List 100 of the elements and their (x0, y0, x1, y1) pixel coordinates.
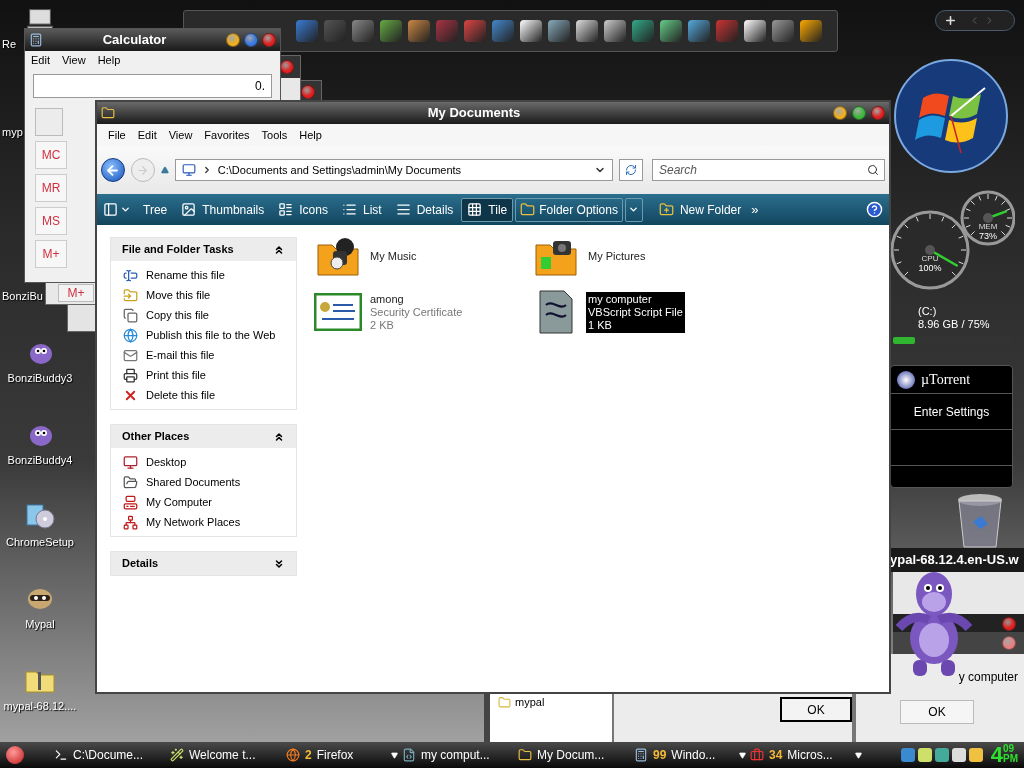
close-button[interactable] (871, 106, 885, 120)
app-icon[interactable] (688, 20, 710, 42)
app-icon[interactable] (548, 20, 570, 42)
more-button[interactable]: » (747, 199, 763, 220)
maximize-button[interactable] (852, 106, 866, 120)
menu-item[interactable]: Favorites (199, 126, 255, 144)
memory-button[interactable]: M+ (35, 240, 67, 268)
desktop-icon-label[interactable]: myp (2, 124, 23, 141)
expand-icon[interactable] (273, 557, 285, 570)
dropdown-button[interactable] (624, 197, 643, 222)
search-field[interactable]: Search (651, 159, 885, 181)
help-icon[interactable] (866, 201, 883, 218)
file-size: 1 KB (588, 318, 613, 332)
view-button[interactable]: Details (389, 197, 460, 222)
taskbar-label: Windo... (671, 747, 716, 764)
view-button[interactable]: Tree (137, 197, 174, 222)
view-button[interactable]: List (335, 197, 388, 222)
taskbar-button[interactable]: my comput... (402, 744, 518, 766)
desktop-icon-label[interactable]: BonziBuddy3 (7, 370, 73, 387)
view-button[interactable]: Tile (461, 197, 514, 222)
desktop-icon-label[interactable]: BonziBu (2, 288, 43, 305)
close-button[interactable] (301, 85, 315, 99)
task-link[interactable]: My Network Places (146, 513, 241, 531)
tray-icon[interactable] (934, 748, 949, 762)
up-icon[interactable] (160, 166, 169, 174)
pane-header[interactable]: File and Folder Tasks (111, 238, 296, 261)
taskbar-button[interactable]: 34 Micros... (750, 744, 866, 766)
app-icon[interactable] (660, 20, 682, 42)
desktop-icon (123, 454, 138, 470)
pane-header[interactable]: Details (111, 552, 296, 575)
menu-item[interactable]: Edit (27, 52, 54, 69)
memory-button[interactable]: MS (35, 207, 67, 235)
desktop-icon-label[interactable]: ChromeSetup (6, 534, 74, 551)
close-button[interactable] (1002, 617, 1016, 631)
taskbar-button[interactable]: 99 Windo... (634, 744, 750, 766)
file-tile[interactable]: My Music (314, 231, 532, 281)
minimize-button[interactable] (226, 33, 240, 47)
maximize-button[interactable] (244, 33, 258, 47)
address-field[interactable]: C:\Documents and Settings\admin\My Documents (174, 159, 614, 181)
app-icon[interactable] (604, 20, 626, 42)
collapse-icon[interactable] (273, 430, 285, 443)
back-button[interactable] (101, 158, 125, 182)
tray-icon[interactable] (968, 748, 983, 762)
task-link[interactable]: Publish this file to the Web (146, 326, 276, 344)
folder-item[interactable]: mypal (515, 694, 545, 711)
file-tile[interactable]: My Pictures (532, 231, 750, 281)
menu-item[interactable]: Tools (256, 126, 293, 144)
taskbar-button[interactable]: 2 Firefox (286, 744, 402, 766)
start-button[interactable] (6, 746, 24, 764)
refresh-button[interactable] (619, 159, 643, 181)
add-icon[interactable] (944, 14, 957, 27)
menu-item[interactable]: View (57, 52, 90, 69)
view-button[interactable]: Icons (272, 197, 334, 222)
app-icon[interactable] (632, 20, 654, 42)
menu-item[interactable]: Help (93, 52, 125, 69)
window-count: 99 (653, 747, 667, 764)
memory-button[interactable]: MC (35, 141, 67, 169)
taskbar-button[interactable]: My Docum... (518, 744, 634, 766)
ok-button[interactable]: OK (780, 697, 852, 722)
app-icon[interactable] (744, 20, 766, 42)
menu-item[interactable]: View (163, 126, 198, 144)
menu-item[interactable]: File (103, 126, 131, 144)
app-icon[interactable] (520, 20, 542, 42)
view-button[interactable]: Thumbnails (175, 197, 271, 222)
app-icon[interactable] (380, 20, 402, 42)
caret-icon[interactable] (120, 204, 131, 215)
app-icon[interactable] (772, 20, 794, 42)
app-icon[interactable] (408, 20, 430, 42)
task-link[interactable]: Move this file (146, 286, 211, 304)
pane-header[interactable]: Other Places (111, 425, 296, 448)
app-icon[interactable] (800, 20, 822, 42)
task-link[interactable]: Print this file (146, 366, 206, 384)
folder-options-button[interactable]: Folder Options (515, 197, 623, 222)
task-link[interactable]: Delete this file (146, 386, 216, 404)
menu-item[interactable]: Help (294, 126, 327, 144)
desktop-icon-label[interactable]: Re (2, 36, 17, 53)
app-icon[interactable] (576, 20, 598, 42)
tray-icon[interactable] (917, 748, 932, 762)
desktop-icon-label[interactable]: Mypal (25, 616, 55, 633)
taskbar-button[interactable]: C:\Docume... (54, 744, 170, 766)
task-link[interactable]: E-mail this file (146, 346, 215, 364)
taskbar-button[interactable]: Welcome t... (170, 744, 286, 766)
desktop-icon-label[interactable]: BonziBuddy4 (7, 452, 73, 469)
file-tile[interactable]: among Security Certificate 2 KB (314, 287, 532, 337)
collapse-icon[interactable] (273, 243, 285, 256)
memory-button[interactable]: MR (35, 174, 67, 202)
task-link[interactable]: Rename this file (146, 266, 225, 284)
menu-item[interactable]: Edit (132, 126, 162, 144)
task-link[interactable]: Shared Documents (146, 473, 241, 491)
task-link[interactable]: Copy this file (146, 306, 209, 324)
minimize-button[interactable] (833, 106, 847, 120)
new-folder-button[interactable]: New Folder (654, 197, 746, 222)
close-button[interactable] (262, 33, 276, 47)
memory-add-button[interactable]: M+ (58, 284, 94, 302)
task-link[interactable]: My Computer (146, 493, 213, 511)
close-button[interactable] (1002, 636, 1016, 650)
task-link[interactable]: Desktop (146, 453, 187, 471)
file-tile[interactable]: my computer VBScript Script File 1 KB (532, 287, 750, 337)
tray-icon[interactable] (951, 748, 966, 762)
ok-button[interactable]: OK (900, 700, 974, 724)
